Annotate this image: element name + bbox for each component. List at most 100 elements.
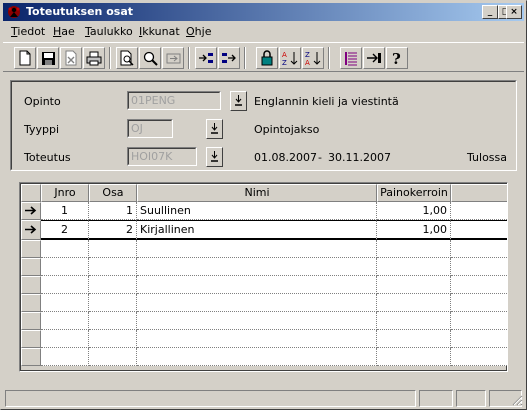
- new-button[interactable]: [14, 47, 36, 69]
- empty-cell[interactable]: [89, 240, 137, 258]
- empty-cell[interactable]: [137, 330, 377, 348]
- opinto-lookup-button[interactable]: [230, 91, 247, 111]
- table-row-empty[interactable]: [21, 258, 507, 276]
- delete-button[interactable]: [60, 47, 82, 69]
- cell-nimi[interactable]: Suullinen: [137, 202, 377, 220]
- sort-descending-button[interactable]: ZA: [302, 47, 324, 69]
- list-button[interactable]: [340, 47, 362, 69]
- row-indicator[interactable]: [21, 276, 41, 294]
- find-button[interactable]: [139, 47, 161, 69]
- row-indicator[interactable]: [21, 330, 41, 348]
- empty-cell[interactable]: [377, 312, 451, 330]
- row-indicator[interactable]: [21, 202, 41, 220]
- print-button[interactable]: [83, 47, 105, 69]
- empty-cell[interactable]: [41, 240, 89, 258]
- sort-ascending-button[interactable]: AZ: [279, 47, 301, 69]
- toteutus-field[interactable]: HOI07K: [127, 147, 197, 166]
- empty-cell[interactable]: [41, 330, 89, 348]
- empty-cell[interactable]: [451, 276, 507, 294]
- resize-grip-icon[interactable]: [511, 394, 523, 406]
- minimize-button[interactable]: _: [482, 5, 498, 19]
- empty-cell[interactable]: [451, 294, 507, 312]
- menu-ohje[interactable]: Ohje: [186, 25, 211, 38]
- empty-cell[interactable]: [89, 258, 137, 276]
- menu-taulukko[interactable]: Taulukko: [85, 25, 133, 38]
- print-preview-button[interactable]: [116, 47, 138, 69]
- empty-cell[interactable]: [377, 276, 451, 294]
- table-row-empty[interactable]: [21, 312, 507, 330]
- empty-cell[interactable]: [377, 294, 451, 312]
- row-indicator[interactable]: [21, 294, 41, 312]
- empty-cell[interactable]: [377, 258, 451, 276]
- menu-hae[interactable]: Hae: [53, 25, 75, 38]
- toteutus-start-date: 01.08.2007: [254, 151, 317, 164]
- cell-painokerroin[interactable]: 1,00: [377, 220, 451, 240]
- cell-jnro[interactable]: 2: [41, 220, 89, 240]
- empty-cell[interactable]: [41, 294, 89, 312]
- column-header-osa[interactable]: Osa: [89, 184, 137, 202]
- row-indicator[interactable]: [21, 240, 41, 258]
- empty-cell[interactable]: [137, 294, 377, 312]
- cell-osa[interactable]: 1: [89, 202, 137, 220]
- row-indicator[interactable]: [21, 312, 41, 330]
- table-row-empty[interactable]: [21, 276, 507, 294]
- empty-cell[interactable]: [89, 276, 137, 294]
- column-header-jnro[interactable]: Jnro: [41, 184, 89, 202]
- table-row-empty[interactable]: [21, 348, 507, 366]
- empty-cell[interactable]: [41, 258, 89, 276]
- tyyppi-lookup-button[interactable]: [206, 119, 223, 139]
- row-indicator[interactable]: [21, 220, 41, 240]
- menu-tiedot[interactable]: Tiedot: [11, 25, 45, 38]
- append-row-button[interactable]: [218, 47, 240, 69]
- table-row-empty[interactable]: [21, 294, 507, 312]
- row-indicator[interactable]: [21, 348, 41, 366]
- menu-ikkunat[interactable]: Ikkunat: [139, 25, 180, 38]
- toteutus-lookup-button[interactable]: [206, 147, 223, 167]
- empty-cell[interactable]: [451, 330, 507, 348]
- empty-cell[interactable]: [451, 240, 507, 258]
- cell-painokerroin[interactable]: 1,00: [377, 202, 451, 220]
- cell-nimi[interactable]: Kirjallinen: [137, 220, 377, 240]
- tyyppi-field[interactable]: OJ: [127, 119, 173, 138]
- empty-cell[interactable]: [377, 348, 451, 366]
- svg-text:Z: Z: [282, 59, 287, 66]
- column-header-painokerroin[interactable]: Painokerroin: [377, 184, 451, 202]
- empty-cell[interactable]: [89, 312, 137, 330]
- opinto-field[interactable]: 01PENG: [127, 91, 221, 110]
- empty-cell[interactable]: [451, 258, 507, 276]
- empty-cell[interactable]: [451, 348, 507, 366]
- table-row-empty[interactable]: [21, 240, 507, 258]
- empty-cell[interactable]: [41, 312, 89, 330]
- empty-cell[interactable]: [377, 330, 451, 348]
- empty-cell[interactable]: [137, 348, 377, 366]
- table-row[interactable]: 1 1 Suullinen 1,00: [21, 202, 507, 220]
- empty-cell[interactable]: [137, 276, 377, 294]
- exit-button[interactable]: [363, 47, 385, 69]
- cell-jnro[interactable]: 1: [41, 202, 89, 220]
- column-header-nimi[interactable]: Nimi: [137, 184, 377, 202]
- empty-cell[interactable]: [41, 276, 89, 294]
- close-button[interactable]: ×: [506, 5, 522, 19]
- empty-cell[interactable]: [377, 240, 451, 258]
- lock-button[interactable]: [256, 47, 278, 69]
- table-row-selected[interactable]: 2 2 Kirjallinen 1,00: [21, 220, 507, 240]
- table-row-empty[interactable]: [21, 330, 507, 348]
- title-bar[interactable]: Toteutuksen osat _ □ ×: [3, 3, 524, 21]
- parts-grid[interactable]: Jnro Osa Nimi Painokerroin 1 1 Suullinen…: [19, 182, 508, 372]
- empty-cell[interactable]: [137, 258, 377, 276]
- empty-cell[interactable]: [137, 312, 377, 330]
- help-button[interactable]: ?: [386, 47, 408, 69]
- save-button[interactable]: [37, 47, 59, 69]
- app-icon[interactable]: [6, 4, 22, 20]
- empty-cell[interactable]: [89, 348, 137, 366]
- sort-ascending-icon: AZ: [282, 50, 298, 66]
- insert-row-button[interactable]: [195, 47, 217, 69]
- row-indicator[interactable]: [21, 258, 41, 276]
- goto-button[interactable]: [162, 47, 184, 69]
- empty-cell[interactable]: [89, 294, 137, 312]
- empty-cell[interactable]: [137, 240, 377, 258]
- empty-cell[interactable]: [41, 348, 89, 366]
- empty-cell[interactable]: [451, 312, 507, 330]
- empty-cell[interactable]: [89, 330, 137, 348]
- cell-osa[interactable]: 2: [89, 220, 137, 240]
